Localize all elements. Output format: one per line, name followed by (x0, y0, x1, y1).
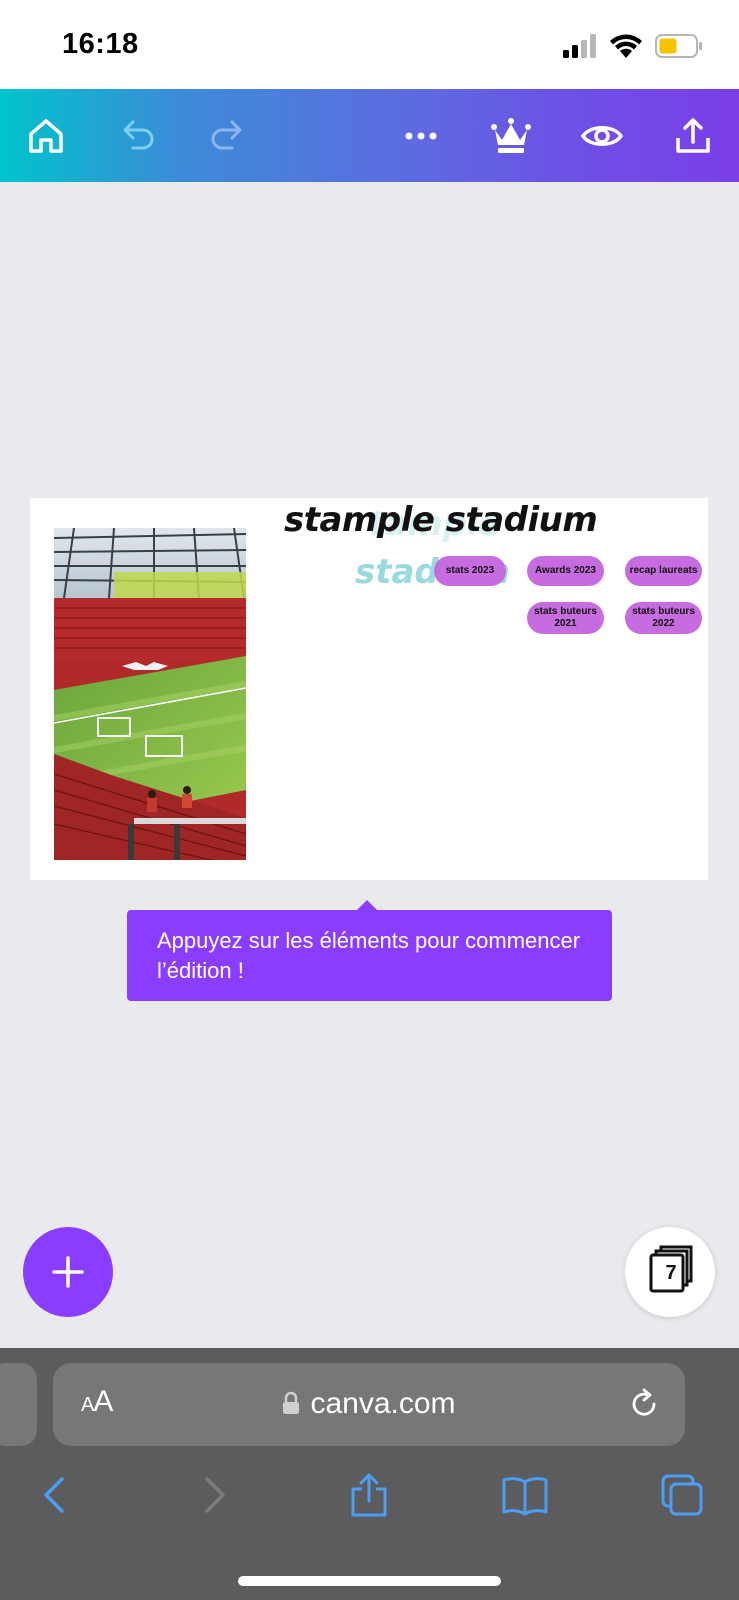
reload-icon[interactable] (627, 1387, 661, 1421)
safari-share-button[interactable] (339, 1460, 399, 1530)
share-icon (676, 117, 710, 153)
eye-icon (580, 125, 624, 146)
share-icon (351, 1473, 387, 1517)
redo-button[interactable] (192, 89, 262, 182)
premium-button[interactable] (476, 89, 546, 182)
back-button[interactable] (25, 1460, 85, 1530)
safari-nav-row (0, 1460, 739, 1530)
home-button[interactable] (11, 89, 81, 182)
pages-count: 7 (665, 1262, 677, 1284)
url-text: canva.com (310, 1387, 456, 1420)
home-icon (29, 118, 63, 153)
url-display[interactable]: canva.com (53, 1387, 685, 1421)
chevron-right-icon (205, 1477, 225, 1513)
awards-2023-button[interactable]: Awards 2023 (527, 556, 604, 586)
wifi-icon (610, 34, 642, 58)
add-element-button[interactable] (23, 1227, 113, 1317)
stats-buteurs-2022-button[interactable]: stats buteurs 2022 (625, 602, 702, 634)
stats-buteurs-2021-button[interactable]: stats buteurs 2021 (527, 602, 604, 634)
more-icon (405, 132, 437, 139)
tabs-button[interactable] (652, 1460, 712, 1530)
battery-icon (655, 34, 702, 58)
status-icons (563, 34, 703, 58)
undo-icon (123, 120, 154, 149)
crown-icon (491, 117, 531, 153)
tooltip-text: Appuyez sur les éléments pour commencer … (157, 928, 581, 983)
tabs-icon (661, 1474, 703, 1516)
redo-icon (211, 120, 242, 149)
chevron-left-icon (44, 1477, 64, 1513)
share-button[interactable] (658, 89, 728, 182)
book-icon (502, 1477, 548, 1516)
address-bar[interactable]: AA canva.com (53, 1363, 685, 1446)
forward-button[interactable] (184, 1460, 244, 1530)
onboarding-tooltip: Appuyez sur les éléments pour commencer … (127, 900, 612, 1001)
status-bar: 16:18 (0, 0, 739, 89)
cellular-signal-icon (563, 34, 596, 58)
more-button[interactable] (386, 89, 456, 182)
safari-bottom-bar: AA canva.com (0, 1348, 739, 1600)
preview-button[interactable] (567, 89, 637, 182)
recap-laureats-button[interactable]: recap laureats (625, 556, 702, 586)
stadium-photo[interactable] (54, 528, 246, 860)
stats-2023-button[interactable]: stats 2023 (434, 556, 506, 586)
lock-icon (283, 1391, 300, 1414)
stadium-image (54, 528, 246, 860)
home-indicator[interactable] (238, 1576, 501, 1586)
undo-button[interactable] (103, 89, 173, 182)
design-title[interactable]: stample stadium (284, 500, 598, 540)
previous-tab-peek[interactable] (0, 1363, 37, 1446)
editor-toolbar (0, 89, 739, 182)
plus-icon (52, 1256, 84, 1288)
status-time: 16:18 (62, 28, 139, 60)
design-page[interactable]: tample stadium stample stadium stats 202… (30, 498, 708, 880)
bookmarks-button[interactable] (495, 1460, 555, 1530)
pages-button[interactable]: 7 (625, 1227, 715, 1317)
